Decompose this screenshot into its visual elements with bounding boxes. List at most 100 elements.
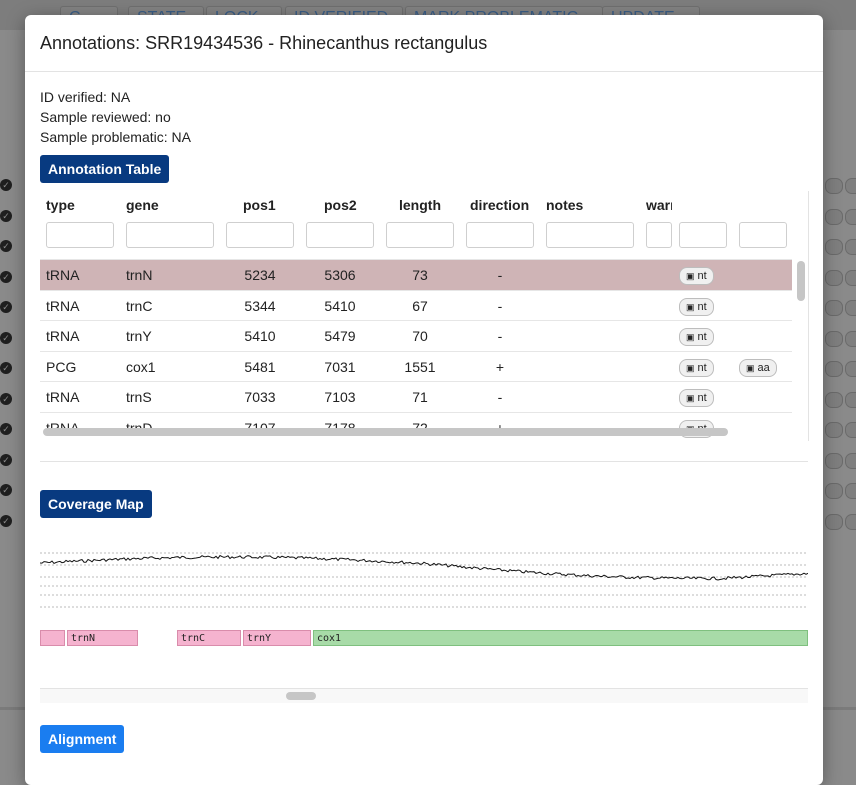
background-pill bbox=[825, 422, 843, 438]
annotation-table-button[interactable]: Annotation Table bbox=[40, 155, 170, 183]
table-row[interactable]: tRNA trnC 5344 5410 67 - ▣ nt bbox=[40, 289, 792, 321]
background-pill bbox=[845, 483, 856, 499]
cell-length: 67 bbox=[412, 297, 428, 314]
cell-length: 71 bbox=[412, 389, 428, 405]
cell-direction: - bbox=[497, 297, 503, 314]
copy-nt-label: nt bbox=[697, 270, 707, 282]
cell-pos1: 5481 bbox=[244, 358, 276, 375]
sample-problematic-text: Sample problematic: NA bbox=[40, 129, 191, 145]
filter-aa-input[interactable] bbox=[739, 222, 787, 248]
check-circle-icon: ✓ bbox=[0, 453, 12, 466]
cell-direction: - bbox=[497, 389, 503, 405]
filter-direction-input[interactable] bbox=[466, 222, 534, 248]
table-horizontal-scrollbar[interactable] bbox=[43, 428, 728, 436]
cell-length: 70 bbox=[412, 328, 428, 344]
cell-pos1: 5234 bbox=[244, 267, 276, 283]
background-pill bbox=[845, 178, 856, 194]
copy-aa-label: aa bbox=[757, 361, 770, 374]
sample-reviewed-text: Sample reviewed: no bbox=[40, 109, 171, 125]
alignment-button[interactable]: Alignment bbox=[40, 725, 125, 753]
check-circle-icon: ✓ bbox=[0, 514, 12, 527]
copy-nt-button[interactable]: ▣nt bbox=[679, 389, 714, 407]
cell-gene: cox1 bbox=[126, 358, 156, 375]
copy-nt-label: nt bbox=[697, 331, 707, 343]
copy-nt-button[interactable]: ▣nt bbox=[679, 297, 714, 316]
coverage-map-scroll-thumb[interactable] bbox=[286, 692, 316, 700]
column-header-warn[interactable]: warn bbox=[646, 197, 672, 213]
column-header-pos2[interactable]: pos2 bbox=[324, 197, 357, 213]
filter-gene-input[interactable] bbox=[126, 222, 214, 248]
modal-header: Annotations: SRR19434536 - Rhinecanthus … bbox=[25, 15, 823, 72]
copy-nt-label: nt bbox=[697, 392, 707, 404]
filter-pos2-input[interactable] bbox=[306, 222, 374, 248]
coverage-map-scrollbar[interactable] bbox=[40, 688, 808, 703]
gene-block-trnN[interactable]: trnN bbox=[67, 630, 138, 646]
filter-length-input[interactable] bbox=[386, 222, 454, 248]
table-vertical-scrollbar[interactable] bbox=[797, 261, 805, 301]
filter-nt-input[interactable] bbox=[679, 222, 727, 248]
cell-direction: - bbox=[497, 328, 503, 344]
column-header-gene[interactable]: gene bbox=[126, 197, 159, 213]
cell-pos2: 5479 bbox=[324, 328, 356, 344]
table-row[interactable]: tRNAtrnD7107717872+▣nt bbox=[40, 411, 792, 442]
gene-block-cox1[interactable]: cox1 bbox=[313, 630, 808, 646]
cell-gene: trnC bbox=[126, 297, 153, 314]
column-header-direction[interactable]: direction bbox=[470, 197, 529, 213]
column-header-notes[interactable]: notes bbox=[546, 197, 583, 213]
column-header-type[interactable]: type bbox=[46, 197, 75, 213]
background-pill bbox=[845, 300, 856, 316]
filter-warn-input[interactable] bbox=[646, 222, 672, 248]
background-pill bbox=[825, 483, 843, 499]
copy-icon: ▣ bbox=[686, 332, 695, 342]
gene-block-trnY[interactable]: trnY bbox=[243, 630, 311, 646]
background-pill bbox=[845, 208, 856, 225]
background-pill bbox=[825, 391, 843, 408]
cell-type: tRNA bbox=[46, 297, 80, 314]
check-circle-icon: ✓ bbox=[0, 240, 12, 252]
copy-nt-button[interactable]: ▣nt bbox=[679, 328, 714, 346]
table-row[interactable]: tRNA trnY 5410 5479 70 - ▣ nt bbox=[40, 320, 792, 351]
copy-icon: ▣ bbox=[746, 362, 755, 373]
background-pill bbox=[845, 452, 856, 469]
cell-gene: trnN bbox=[126, 267, 153, 283]
cell-type: tRNA bbox=[46, 389, 80, 405]
id-verified-text: ID verified: NA bbox=[40, 89, 131, 105]
copy-nt-button[interactable]: ▣nt bbox=[679, 358, 714, 377]
background-pill bbox=[845, 513, 856, 530]
cell-type: tRNA bbox=[46, 267, 80, 283]
background-pill bbox=[825, 513, 843, 530]
check-circle-icon: ✓ bbox=[0, 423, 12, 435]
annotations-modal: Annotations: SRR19434536 - Rhinecanthus … bbox=[25, 15, 823, 785]
background-pill bbox=[825, 239, 843, 255]
check-circle-icon: ✓ bbox=[0, 392, 12, 405]
background-pill bbox=[825, 300, 843, 316]
section-divider bbox=[40, 461, 808, 462]
table-row[interactable]: PCG cox1 5481 7031 1551 + ▣ nt ▣ aa bbox=[40, 350, 792, 382]
cell-direction: + bbox=[495, 358, 505, 375]
column-header-pos1[interactable]: pos1 bbox=[243, 197, 276, 213]
check-circle-icon: ✓ bbox=[0, 362, 12, 374]
filter-notes-input[interactable] bbox=[546, 222, 634, 248]
cell-direction: - bbox=[497, 267, 503, 283]
copy-nt-label: nt bbox=[697, 361, 707, 374]
copy-aa-button[interactable]: ▣ aa bbox=[739, 358, 777, 377]
copy-icon: ▣ bbox=[686, 362, 695, 373]
copy-nt-button[interactable]: ▣nt bbox=[679, 267, 714, 285]
annotation-table: type gene pos1 pos2 length direction not… bbox=[40, 191, 809, 441]
table-row[interactable]: tRNA trnN 5234 5306 73 - ▣ nt bbox=[40, 259, 792, 290]
cell-pos1: 5410 bbox=[244, 328, 276, 344]
gene-block-trnC[interactable]: trnC bbox=[177, 630, 241, 646]
filter-type-input[interactable] bbox=[46, 222, 114, 248]
gene-block-partial[interactable] bbox=[40, 630, 65, 646]
coverage-map-button[interactable]: Coverage Map bbox=[40, 490, 152, 518]
background-pill bbox=[825, 178, 843, 194]
coverage-plot bbox=[40, 552, 808, 608]
column-header-length[interactable]: length bbox=[399, 197, 441, 213]
check-circle-icon: ✓ bbox=[0, 179, 12, 191]
copy-nt-label: nt bbox=[697, 300, 707, 313]
cell-pos2: 7103 bbox=[324, 389, 356, 405]
filter-pos1-input[interactable] bbox=[226, 222, 294, 248]
copy-icon: ▣ bbox=[686, 271, 695, 281]
cell-pos1: 7033 bbox=[244, 389, 276, 405]
table-row[interactable]: tRNA trnS 7033 7103 71 - ▣ nt bbox=[40, 381, 792, 412]
